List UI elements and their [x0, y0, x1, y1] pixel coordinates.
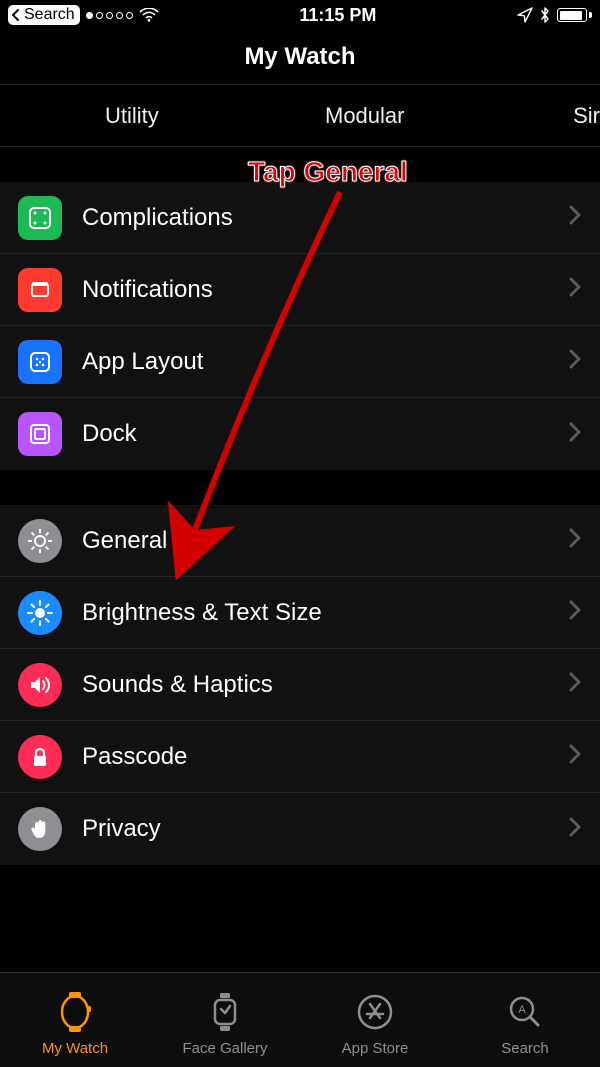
row-general[interactable]: General — [0, 505, 600, 577]
watch-icon — [55, 990, 95, 1034]
tab-my-watch[interactable]: My Watch — [0, 973, 150, 1067]
tab-bar: My Watch Face Gallery App Store A Search — [0, 972, 600, 1067]
row-privacy[interactable]: Privacy — [0, 793, 600, 865]
chevron-right-icon — [568, 527, 582, 554]
chevron-right-icon — [568, 421, 582, 448]
chevron-right-icon — [568, 816, 582, 843]
row-complications[interactable]: Complications — [0, 182, 600, 254]
row-label: Complications — [82, 204, 568, 232]
row-sounds[interactable]: Sounds & Haptics — [0, 649, 600, 721]
row-label: Notifications — [82, 276, 568, 304]
row-label: Passcode — [82, 743, 568, 771]
dock-icon — [18, 412, 62, 456]
row-label: General — [82, 527, 568, 555]
row-notifications[interactable]: Notifications — [0, 254, 600, 326]
row-app-layout[interactable]: App Layout — [0, 326, 600, 398]
settings-section-1: Complications Notifications App Layout — [0, 182, 600, 470]
chevron-right-icon — [568, 671, 582, 698]
nav-header: My Watch — [0, 30, 600, 85]
face-modular[interactable]: Modular — [325, 103, 404, 129]
row-label: Brightness & Text Size — [82, 599, 568, 627]
row-brightness[interactable]: Brightness & Text Size — [0, 577, 600, 649]
row-label: Dock — [82, 420, 568, 448]
wifi-icon — [139, 8, 159, 22]
complications-icon — [18, 196, 62, 240]
cell-signal-icon — [86, 12, 133, 19]
row-label: Sounds & Haptics — [82, 671, 568, 699]
page-title: My Watch — [244, 43, 355, 71]
back-label: Search — [24, 6, 75, 24]
tab-label: My Watch — [42, 1040, 108, 1057]
row-label: Privacy — [82, 815, 568, 843]
tab-app-store[interactable]: App Store — [300, 973, 450, 1067]
location-icon — [517, 7, 533, 23]
chevron-right-icon — [568, 348, 582, 375]
back-to-app-button[interactable]: Search — [8, 5, 80, 25]
tab-label: Search — [501, 1040, 549, 1057]
face-utility[interactable]: Utility — [105, 103, 159, 129]
status-time: 11:15 PM — [299, 5, 376, 26]
settings-section-2: General Brightness & Text Size Sounds & … — [0, 505, 600, 865]
app-store-icon — [355, 990, 395, 1034]
hand-icon — [18, 807, 62, 851]
search-icon: A — [505, 990, 545, 1034]
tab-label: App Store — [342, 1040, 409, 1057]
face-gallery-icon — [205, 990, 245, 1034]
row-passcode[interactable]: Passcode — [0, 721, 600, 793]
battery-icon — [557, 8, 592, 22]
chevron-right-icon — [568, 743, 582, 770]
app-layout-icon — [18, 340, 62, 384]
watch-faces-carousel[interactable]: Utility Modular Sir — [0, 85, 600, 147]
gear-icon — [18, 519, 62, 563]
tab-label: Face Gallery — [182, 1040, 267, 1057]
chevron-right-icon — [568, 276, 582, 303]
tab-search[interactable]: A Search — [450, 973, 600, 1067]
tab-face-gallery[interactable]: Face Gallery — [150, 973, 300, 1067]
chevron-right-icon — [568, 599, 582, 626]
chevron-right-icon — [568, 204, 582, 231]
status-bar: Search 11:15 PM — [0, 0, 600, 30]
brightness-icon — [18, 591, 62, 635]
lock-icon — [18, 735, 62, 779]
notifications-icon — [18, 268, 62, 312]
row-label: App Layout — [82, 348, 568, 376]
row-dock[interactable]: Dock — [0, 398, 600, 470]
bluetooth-icon — [539, 6, 551, 24]
sounds-icon — [18, 663, 62, 707]
face-simple[interactable]: Sir — [573, 103, 600, 129]
svg-text:A: A — [518, 1004, 526, 1016]
